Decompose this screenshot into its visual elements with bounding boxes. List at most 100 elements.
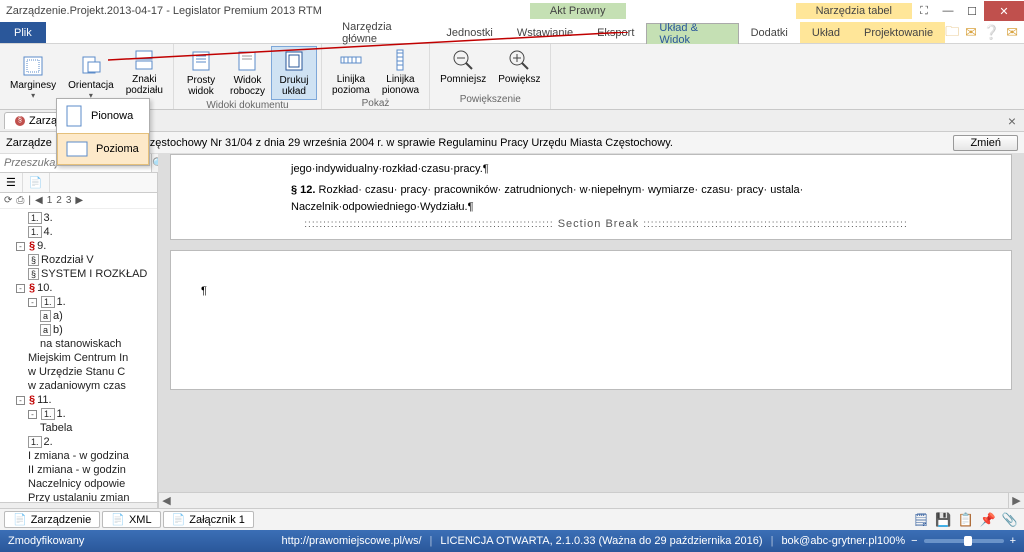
orientation-pozioma[interactable]: Pozioma [57, 133, 149, 165]
side-tab-nav-icon[interactable]: 📄 [23, 173, 50, 192]
tree-node[interactable]: -1. 1. [0, 295, 157, 309]
tree-node[interactable]: 1. 3. [0, 211, 157, 225]
tree-node[interactable]: § SYSTEM I ROZKŁAD [0, 267, 157, 281]
tree-node[interactable]: § Rozdział V [0, 253, 157, 267]
tree-scrollbar[interactable] [0, 502, 157, 508]
tool-left-icon[interactable]: ◀ [35, 195, 43, 206]
tree-node[interactable]: Naczelnicy odpowie [0, 477, 157, 491]
page-2: ¶ [170, 250, 1012, 390]
tree-node[interactable]: a a) [0, 309, 157, 323]
tab-eksport[interactable]: Eksport [585, 22, 646, 43]
widok-roboczy-button[interactable]: Widok roboczy [224, 46, 271, 100]
hruler-icon [339, 48, 363, 72]
tool-right-icon[interactable]: ▶ [75, 195, 83, 206]
tree-node[interactable]: 1. 4. [0, 225, 157, 239]
status-email: bok@abc-grytner.pl [781, 535, 877, 547]
orientation-pionowa[interactable]: Pionowa [57, 99, 149, 133]
orientation-dropdown: Pionowa Pozioma [56, 98, 150, 166]
status-mod: Zmodyfikowany [8, 535, 84, 547]
horizontal-scrollbar[interactable]: ◀ ▶ [158, 492, 1024, 508]
pomniejsz-button[interactable]: Pomniejsz [434, 46, 492, 87]
document-tabs: § Zarząd × × [0, 110, 1024, 132]
tree-node[interactable]: -§ 10. [0, 281, 157, 295]
group-powiekszenie: Powiększenie [460, 94, 521, 107]
btab-zalacznik[interactable]: 📄Załącznik 1 [163, 511, 254, 528]
tab-dodatki[interactable]: Dodatki [739, 22, 800, 43]
tree-node[interactable]: Przy ustalaniu zmian [0, 491, 157, 502]
tree-node[interactable]: Miejskim Centrum In [0, 351, 157, 365]
zoom-slider[interactable] [924, 539, 1004, 543]
btab-zarzadzenie[interactable]: 📄Zarządzenie [4, 511, 100, 528]
tool-nav-icon[interactable]: ⎙ [16, 195, 24, 206]
doc-icon: 📄 [13, 513, 27, 526]
bt-icon-3[interactable]: 📋 [957, 512, 973, 528]
title-bar: Zarządzenie.Projekt.2013-04-17 - Legisla… [0, 0, 1024, 22]
ribbon-body: Marginesy▾ Orientacja▾ Znaki podziału▾ U… [0, 44, 1024, 110]
xml-icon: 📄 [111, 513, 125, 526]
tree-node[interactable]: w Urzędzie Stanu C [0, 365, 157, 379]
folder-icon[interactable]: 🗀 [945, 21, 959, 45]
tab-wstawianie[interactable]: Wstawianie [505, 22, 585, 43]
maximize-button[interactable]: ☐ [960, 1, 984, 21]
tree-node[interactable]: -§ 9. [0, 239, 157, 253]
side-panel: 🔍 ☰ 📄 ⟳ ⎙ | ◀ 1 2 3 ▶ 1. 3.1. 4.-§ 9.§ R… [0, 154, 158, 508]
zmien-button[interactable]: Zmień [953, 135, 1018, 151]
context-tab-akt: Akt Prawny [530, 3, 626, 19]
status-zoom: 100% [877, 535, 905, 547]
margins-icon [21, 54, 45, 78]
tree-node[interactable]: a b) [0, 323, 157, 337]
zoom-in-icon [507, 48, 531, 72]
tab-table-uklad[interactable]: Układ [800, 22, 852, 43]
fullscreen-icon[interactable]: ⛶ [912, 1, 936, 21]
scroll-right-icon[interactable]: ▶ [1008, 493, 1024, 508]
prosty-widok-button[interactable]: Prosty widok [178, 46, 224, 100]
powieksz-button[interactable]: Powiększ [492, 46, 546, 87]
zoom-out-icon[interactable]: − [911, 535, 917, 547]
scroll-left-icon[interactable]: ◀ [158, 493, 174, 508]
close-button[interactable]: ✕ [984, 1, 1024, 21]
bt-icon-5[interactable]: 📎 [1002, 512, 1018, 528]
info-icon[interactable]: ✉ [1006, 24, 1018, 41]
info-bar: Zarządze Częstochowy Nr 31/04 z dnia 29 … [0, 132, 1024, 154]
minimize-button[interactable]: — [936, 1, 960, 21]
vruler-icon [388, 48, 412, 72]
help-icon[interactable]: ❔ [983, 24, 1000, 41]
tree-node[interactable]: na stanowiskach [0, 337, 157, 351]
linijka-pionowa-button[interactable]: Linijka pionowa [376, 46, 425, 98]
tab-jednostki[interactable]: Jednostki [434, 22, 504, 43]
tree-node[interactable]: -1. 1. [0, 407, 157, 421]
bt-icon-1[interactable]: 🗒 [913, 512, 930, 528]
tab-narzedzia-glowne[interactable]: Narzędzia główne [330, 22, 434, 43]
zoom-in-icon[interactable]: + [1010, 535, 1016, 547]
landscape-icon [66, 140, 88, 158]
tree-node[interactable]: Tabela [0, 421, 157, 435]
tree-node[interactable]: II zmiana - w godzin [0, 463, 157, 477]
drukuj-uklad-button[interactable]: Drukuj układ [271, 46, 317, 100]
bt-icon-4[interactable]: 📌 [980, 512, 996, 528]
tab-plik[interactable]: Plik [0, 22, 46, 43]
tree-node[interactable]: -§ 11. [0, 393, 157, 407]
dirty-badge-icon: § [15, 116, 25, 126]
tree-node[interactable]: 1. 2. [0, 435, 157, 449]
ribbon-tabs: Plik Narzędzia główne Jednostki Wstawian… [0, 22, 1024, 44]
side-tab-structure-icon[interactable]: ☰ [0, 173, 23, 192]
linijka-pozioma-button[interactable]: Linijka pozioma [326, 46, 376, 98]
btab-xml[interactable]: 📄XML [102, 511, 160, 528]
tool-refresh-icon[interactable]: ⟳ [4, 195, 12, 206]
bt-icon-2[interactable]: 💾 [935, 512, 951, 528]
tab-uklad-widok[interactable]: Układ & Widok [646, 23, 738, 44]
group-pokaz: Pokaż [362, 98, 390, 111]
tabs-close-button[interactable]: × [1000, 113, 1024, 129]
breaks-icon [132, 48, 156, 72]
tab-table-projektowanie[interactable]: Projektowanie [852, 22, 945, 43]
simple-view-icon [189, 49, 213, 73]
document-canvas[interactable]: jego·indywidualny·rozkład·czasu·pracy.¶ … [158, 154, 1024, 492]
tree-node[interactable]: I zmiana - w godzina [0, 449, 157, 463]
marginesy-button[interactable]: Marginesy▾ [4, 46, 62, 107]
tree-node[interactable]: w zadaniowym czas [0, 379, 157, 393]
info-bar-text: Częstochowy Nr 31/04 z dnia 29 września … [142, 137, 673, 149]
structure-tree[interactable]: 1. 3.1. 4.-§ 9.§ Rozdział V§ SYSTEM I RO… [0, 209, 157, 502]
status-license: LICENCJA OTWARTA, 2.1.0.33 (Ważna do 29 … [440, 535, 762, 547]
window-title: Zarządzenie.Projekt.2013-04-17 - Legisla… [0, 5, 322, 17]
mail-icon[interactable]: ✉ [965, 24, 977, 41]
